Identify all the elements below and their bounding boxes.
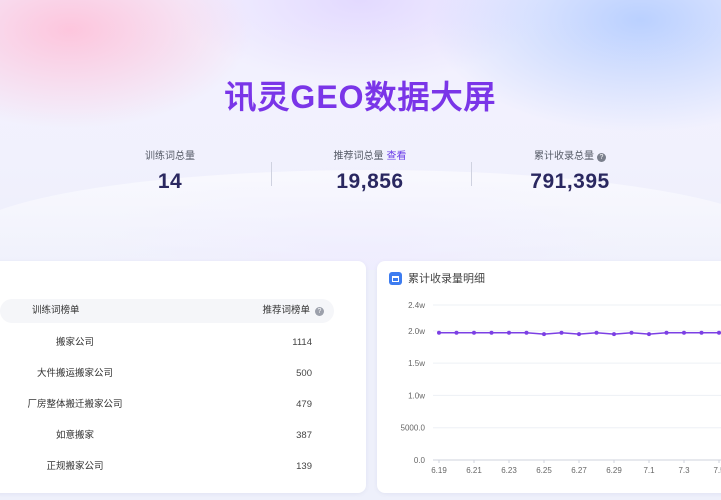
ranking-card: 训练词榜单 推荐词榜单 ? 搬家公司 1114 大件搬运搬家公司 500 厂房整… — [0, 261, 366, 493]
page-title: 讯灵GEO数据大屏 — [224, 79, 497, 115]
stat-value: 19,856 — [336, 170, 404, 193]
stat-label: 推荐词总量 查看 — [333, 151, 407, 162]
x-tick-label: 7.5 — [713, 466, 721, 475]
data-point[interactable] — [699, 330, 704, 335]
data-point[interactable] — [717, 330, 721, 335]
row-keyword: 如意搬家 — [55, 430, 94, 441]
y-tick-label: 2.4w — [408, 301, 425, 310]
data-point[interactable] — [577, 332, 581, 337]
x-tick-label: 7.1 — [643, 466, 655, 475]
row-count: 479 — [296, 399, 312, 410]
data-point[interactable] — [524, 330, 529, 335]
x-tick-label: 6.29 — [606, 466, 622, 475]
data-point[interactable] — [507, 330, 511, 335]
row-keyword: 正规搬家公司 — [46, 461, 104, 472]
data-point[interactable] — [664, 330, 669, 335]
y-tick-label: 0.0 — [414, 456, 426, 465]
x-tick-label: 6.21 — [466, 466, 482, 475]
data-point[interactable] — [437, 330, 441, 335]
data-point[interactable] — [594, 330, 599, 335]
data-point[interactable] — [489, 330, 494, 335]
x-tick-label: 7.3 — [678, 466, 690, 475]
data-point[interactable] — [454, 330, 459, 335]
y-tick-label: 5000.0 — [401, 424, 426, 433]
y-tick-label: 1.5w — [408, 359, 425, 368]
data-point[interactable] — [559, 330, 564, 335]
data-point[interactable] — [472, 330, 476, 335]
stat-label: 训练词总量 — [145, 151, 195, 162]
stat-label: 累计收录总量? — [470, 150, 670, 164]
stat-value: 791,395 — [530, 170, 610, 193]
data-point[interactable] — [612, 332, 616, 337]
stat-training-words: 训练词总量 14 — [70, 150, 270, 194]
row-count: 500 — [296, 368, 312, 379]
line-chart[interactable]: 0.0 5000.0 1.0w 1.5w 2.0w 2.4w 6.19 6.21 6.23 6.… — [377, 261, 721, 493]
view-link[interactable]: 查看 — [387, 151, 407, 162]
data-point[interactable] — [647, 332, 651, 337]
x-tick-label: 6.27 — [571, 466, 587, 475]
row-count: 139 — [296, 461, 312, 472]
x-tick-label: 6.23 — [501, 466, 517, 475]
table-row[interactable]: 正规搬家公司 139 — [0, 457, 334, 477]
data-point[interactable] — [542, 332, 546, 337]
x-tick-label: 6.25 — [536, 466, 552, 475]
table-row[interactable]: 搬家公司 1114 — [0, 333, 334, 353]
stat-recommend-words: 推荐词总量 查看 19,856 — [270, 150, 470, 194]
table-row[interactable]: 如意搬家 387 — [0, 426, 334, 446]
chart-card: 累计收录量明细 0.0 5000.0 1.0w 1.5w 2.0w 2.4w 6.19 6.… — [377, 261, 721, 493]
y-tick-label: 2.0w — [408, 327, 425, 336]
y-tick-label: 1.0w — [408, 391, 425, 400]
stat-value: 14 — [157, 170, 183, 193]
column-header-training: 训练词榜单 — [32, 305, 80, 316]
stat-total-indexed: 累计收录总量? 791,395 — [470, 150, 670, 194]
x-tick-label: 6.19 — [431, 466, 447, 475]
row-count: 387 — [296, 430, 312, 441]
help-icon[interactable]: ? — [597, 153, 606, 162]
help-icon[interactable]: ? — [315, 307, 324, 316]
stats-row: 训练词总量 14 推荐词总量 查看 19,856 累计收录总量? 791,395 — [70, 150, 670, 200]
data-point[interactable] — [682, 330, 686, 335]
data-point[interactable] — [629, 330, 634, 335]
row-count: 1114 — [292, 337, 312, 348]
table-row[interactable]: 大件搬运搬家公司 500 — [0, 364, 334, 384]
column-header-recommend: 推荐词榜单 — [262, 305, 310, 316]
ranking-table-header: 训练词榜单 推荐词榜单 ? — [0, 299, 334, 323]
hero-banner: 讯灵GEO数据大屏 训练词总量 14 推荐词总量 查看 19,856 累计收录总量… — [0, 0, 721, 270]
row-keyword: 厂房整体搬迁搬家公司 — [27, 399, 123, 410]
row-keyword: 搬家公司 — [55, 337, 94, 348]
row-keyword: 大件搬运搬家公司 — [36, 368, 113, 379]
table-row[interactable]: 厂房整体搬迁搬家公司 479 — [0, 395, 334, 415]
